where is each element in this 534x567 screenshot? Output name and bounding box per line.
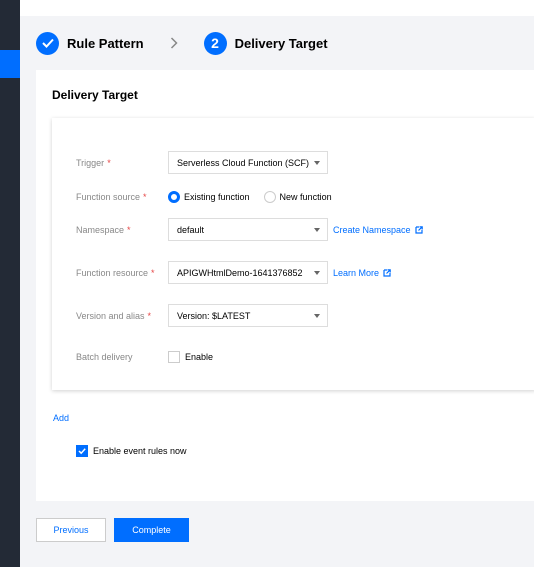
enable-now-checkbox[interactable]: Enable event rules now	[76, 445, 187, 457]
radio-unselected-icon	[263, 191, 276, 203]
previous-button[interactable]: Previous	[36, 518, 106, 542]
chevron-right-icon	[170, 37, 178, 49]
delivery-target-panel: Delivery Target Trigger * Serverless Clou…	[36, 70, 534, 501]
caret-down-icon	[314, 314, 320, 318]
batch-delivery-checkbox[interactable]: Enable	[168, 351, 213, 363]
add-link[interactable]: Add	[53, 413, 69, 423]
checkbox-checked-icon	[76, 445, 88, 457]
step-2-number: 2	[203, 31, 227, 55]
step-done-check-icon	[36, 31, 59, 55]
enable-now-label: Enable event rules now	[93, 446, 187, 456]
create-namespace-link[interactable]: Create Namespace	[333, 225, 423, 235]
checkbox-unchecked-icon	[168, 351, 180, 363]
target-card: Trigger * Serverless Cloud Function (SCF)…	[52, 118, 534, 390]
caret-down-icon	[314, 161, 320, 165]
caret-down-icon	[314, 271, 320, 275]
version-alias-value: Version: $LATEST	[177, 310, 251, 321]
complete-button[interactable]: Complete	[114, 518, 189, 542]
namespace-value: default	[177, 224, 205, 235]
top-bar	[20, 0, 534, 16]
trigger-select[interactable]: Serverless Cloud Function (SCF)	[168, 151, 328, 174]
version-alias-label: Version and alias *	[76, 310, 152, 321]
function-resource-label: Function resource *	[76, 267, 155, 278]
version-alias-select[interactable]: Version: $LATEST	[168, 304, 328, 327]
batch-delivery-row: Batch delivery Enable	[76, 351, 213, 363]
radio-new-function[interactable]: New function	[263, 191, 332, 203]
step-2-label: Delivery Target	[234, 35, 328, 51]
sidebar	[0, 0, 20, 567]
namespace-row: Namespace * default Create Namespace	[76, 218, 423, 241]
function-source-label: Function source *	[76, 192, 147, 202]
batch-delivery-label: Batch delivery	[76, 352, 133, 362]
radio-existing-function[interactable]: Existing function	[168, 191, 250, 203]
function-resource-select[interactable]: APIGWHtmlDemo-1641376852	[168, 261, 328, 284]
namespace-select[interactable]: default	[168, 218, 328, 241]
version-alias-row: Version and alias * Version: $LATEST	[76, 304, 328, 327]
trigger-value: Serverless Cloud Function (SCF)	[177, 157, 310, 168]
namespace-label: Namespace *	[76, 224, 131, 235]
external-link-icon	[414, 225, 423, 234]
trigger-label: Trigger *	[76, 157, 111, 168]
caret-down-icon	[314, 228, 320, 232]
step-indicator: Rule Pattern 2 Delivery Target	[36, 31, 328, 55]
external-link-icon	[383, 268, 391, 277]
function-source-row: Function source * Existing function New f…	[76, 191, 346, 203]
function-resource-row: Function resource * APIGWHtmlDemo-1641376…	[76, 261, 391, 284]
learn-more-link[interactable]: Learn More	[333, 268, 391, 278]
sidebar-active-item[interactable]	[0, 50, 20, 78]
trigger-row: Trigger * Serverless Cloud Function (SCF)	[76, 151, 328, 174]
step-1-label: Rule Pattern	[67, 35, 144, 51]
function-resource-value: APIGWHtmlDemo-1641376852	[177, 267, 303, 278]
panel-title: Delivery Target	[52, 88, 138, 102]
radio-selected-icon	[168, 191, 180, 203]
